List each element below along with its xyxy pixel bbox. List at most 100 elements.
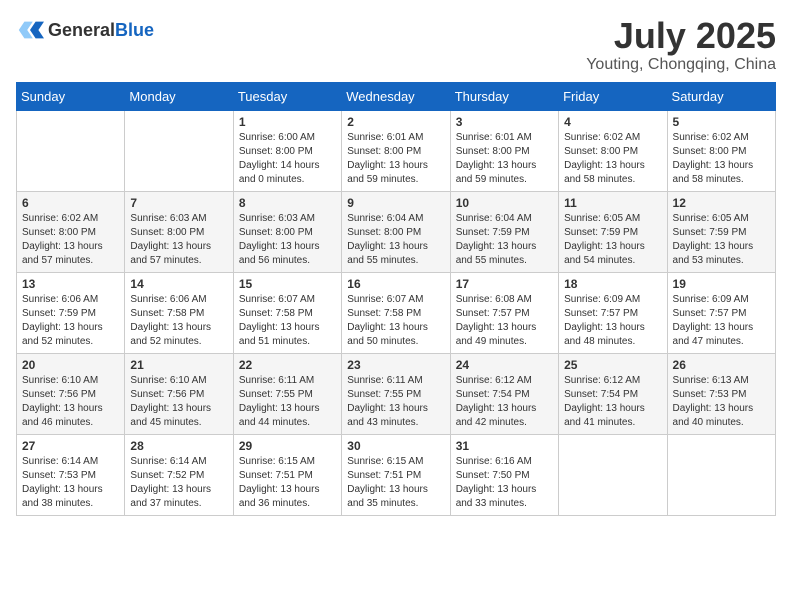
day-info: Sunrise: 6:10 AM Sunset: 7:56 PM Dayligh… [22,374,119,430]
calendar: SundayMondayTuesdayWednesdayThursdayFrid… [16,82,776,516]
day-info: Sunrise: 6:11 AM Sunset: 7:55 PM Dayligh… [347,374,444,430]
day-info: Sunrise: 6:16 AM Sunset: 7:50 PM Dayligh… [456,455,553,511]
logo-icon [16,16,44,44]
calendar-cell: 15 Sunrise: 6:07 AM Sunset: 7:58 PM Dayli… [233,272,341,353]
day-info: Sunrise: 6:11 AM Sunset: 7:55 PM Dayligh… [239,374,336,430]
weekday-header-wednesday: Wednesday [342,82,450,110]
calendar-cell: 11Sunrise: 6:05 AM Sunset: 7:59 PM Dayli… [559,191,667,272]
day-info: Sunrise: 6:03 AM Sunset: 8:00 PM Dayligh… [130,212,227,268]
calendar-cell: 14 Sunrise: 6:06 AM Sunset: 7:58 PM Dayli… [125,272,233,353]
day-info: Sunrise: 6:00 AM Sunset: 8:00 PM Dayligh… [239,131,336,187]
day-info: Sunrise: 6:01 AM Sunset: 8:00 PM Dayligh… [456,131,553,187]
day-number: 3 [456,115,553,129]
logo-text-general: General [48,20,115,40]
day-number: 20 [22,358,119,372]
day-number: 22 [239,358,336,372]
month-title: July 2025 [586,16,776,56]
day-number: 5 [673,115,770,129]
day-info: Sunrise: 6:13 AM Sunset: 7:53 PM Dayligh… [673,374,770,430]
day-number: 26 [673,358,770,372]
day-number: 15 [239,277,336,291]
day-number: 8 [239,196,336,210]
calendar-cell: 24 Sunrise: 6:12 AM Sunset: 7:54 PM Dayli… [450,353,558,434]
calendar-cell: 18Sunrise: 6:09 AM Sunset: 7:57 PM Dayli… [559,272,667,353]
day-info: Sunrise: 6:08 AM Sunset: 7:57 PM Dayligh… [456,293,553,349]
day-info: Sunrise: 6:15 AM Sunset: 7:51 PM Dayligh… [347,455,444,511]
logo-text-blue: Blue [115,20,154,40]
day-info: Sunrise: 6:07 AM Sunset: 7:58 PM Dayligh… [347,293,444,349]
calendar-cell: 22 Sunrise: 6:11 AM Sunset: 7:55 PM Dayli… [233,353,341,434]
calendar-cell: 29 Sunrise: 6:15 AM Sunset: 7:51 PM Dayli… [233,434,341,515]
calendar-cell: 19Sunrise: 6:09 AM Sunset: 7:57 PM Dayli… [667,272,775,353]
day-info: Sunrise: 6:12 AM Sunset: 7:54 PM Dayligh… [564,374,661,430]
title-block: July 2025 Youting, Chongqing, China [586,16,776,74]
calendar-cell: 26 Sunrise: 6:13 AM Sunset: 7:53 PM Dayli… [667,353,775,434]
calendar-cell: 12Sunrise: 6:05 AM Sunset: 7:59 PM Dayli… [667,191,775,272]
calendar-cell: 4Sunrise: 6:02 AM Sunset: 8:00 PM Daylig… [559,110,667,191]
calendar-cell: 3 Sunrise: 6:01 AM Sunset: 8:00 PM Daylig… [450,110,558,191]
weekday-header-friday: Friday [559,82,667,110]
day-number: 29 [239,439,336,453]
calendar-cell: 17 Sunrise: 6:08 AM Sunset: 7:57 PM Dayli… [450,272,558,353]
calendar-cell: 13 Sunrise: 6:06 AM Sunset: 7:59 PM Dayli… [17,272,125,353]
calendar-cell: 25Sunrise: 6:12 AM Sunset: 7:54 PM Dayli… [559,353,667,434]
calendar-cell: 9 Sunrise: 6:04 AM Sunset: 8:00 PM Daylig… [342,191,450,272]
day-info: Sunrise: 6:05 AM Sunset: 7:59 PM Dayligh… [673,212,770,268]
calendar-cell: 8Sunrise: 6:03 AM Sunset: 8:00 PM Daylig… [233,191,341,272]
day-info: Sunrise: 6:06 AM Sunset: 7:58 PM Dayligh… [130,293,227,349]
calendar-cell: 23 Sunrise: 6:11 AM Sunset: 7:55 PM Dayli… [342,353,450,434]
day-number: 16 [347,277,444,291]
calendar-cell: 28 Sunrise: 6:14 AM Sunset: 7:52 PM Dayli… [125,434,233,515]
day-number: 30 [347,439,444,453]
calendar-cell: 7 Sunrise: 6:03 AM Sunset: 8:00 PM Daylig… [125,191,233,272]
day-info: Sunrise: 6:06 AM Sunset: 7:59 PM Dayligh… [22,293,119,349]
day-info: Sunrise: 6:15 AM Sunset: 7:51 PM Dayligh… [239,455,336,511]
day-info: Sunrise: 6:14 AM Sunset: 7:53 PM Dayligh… [22,455,119,511]
calendar-week-4: 20 Sunrise: 6:10 AM Sunset: 7:56 PM Dayli… [17,353,776,434]
day-number: 18 [564,277,661,291]
day-number: 6 [22,196,119,210]
calendar-week-5: 27 Sunrise: 6:14 AM Sunset: 7:53 PM Dayli… [17,434,776,515]
weekday-header-thursday: Thursday [450,82,558,110]
weekday-header-sunday: Sunday [17,82,125,110]
weekday-header-monday: Monday [125,82,233,110]
day-number: 10 [456,196,553,210]
day-number: 9 [347,196,444,210]
calendar-cell: 27 Sunrise: 6:14 AM Sunset: 7:53 PM Dayli… [17,434,125,515]
calendar-cell: 30 Sunrise: 6:15 AM Sunset: 7:51 PM Dayli… [342,434,450,515]
day-number: 14 [130,277,227,291]
day-info: Sunrise: 6:02 AM Sunset: 8:00 PM Dayligh… [564,131,661,187]
day-number: 11 [564,196,661,210]
day-info: Sunrise: 6:02 AM Sunset: 8:00 PM Dayligh… [673,131,770,187]
calendar-cell [667,434,775,515]
day-info: Sunrise: 6:10 AM Sunset: 7:56 PM Dayligh… [130,374,227,430]
day-number: 23 [347,358,444,372]
day-number: 19 [673,277,770,291]
weekday-header-row: SundayMondayTuesdayWednesdayThursdayFrid… [17,82,776,110]
day-info: Sunrise: 6:12 AM Sunset: 7:54 PM Dayligh… [456,374,553,430]
page-header: GeneralBlue July 2025 Youting, Chongqing… [16,16,776,74]
calendar-week-2: 6 Sunrise: 6:02 AM Sunset: 8:00 PM Daylig… [17,191,776,272]
day-number: 13 [22,277,119,291]
calendar-cell: 21Sunrise: 6:10 AM Sunset: 7:56 PM Dayli… [125,353,233,434]
day-number: 2 [347,115,444,129]
day-number: 27 [22,439,119,453]
calendar-cell: 1 Sunrise: 6:00 AM Sunset: 8:00 PM Daylig… [233,110,341,191]
logo: GeneralBlue [16,16,154,44]
day-info: Sunrise: 6:02 AM Sunset: 8:00 PM Dayligh… [22,212,119,268]
day-number: 7 [130,196,227,210]
day-number: 28 [130,439,227,453]
day-number: 1 [239,115,336,129]
calendar-cell [125,110,233,191]
day-number: 24 [456,358,553,372]
calendar-week-1: 1 Sunrise: 6:00 AM Sunset: 8:00 PM Daylig… [17,110,776,191]
day-number: 17 [456,277,553,291]
calendar-week-3: 13 Sunrise: 6:06 AM Sunset: 7:59 PM Dayli… [17,272,776,353]
weekday-header-tuesday: Tuesday [233,82,341,110]
day-info: Sunrise: 6:07 AM Sunset: 7:58 PM Dayligh… [239,293,336,349]
calendar-cell: 16 Sunrise: 6:07 AM Sunset: 7:58 PM Dayli… [342,272,450,353]
day-info: Sunrise: 6:04 AM Sunset: 8:00 PM Dayligh… [347,212,444,268]
day-info: Sunrise: 6:14 AM Sunset: 7:52 PM Dayligh… [130,455,227,511]
calendar-cell [17,110,125,191]
location-title: Youting, Chongqing, China [586,56,776,74]
